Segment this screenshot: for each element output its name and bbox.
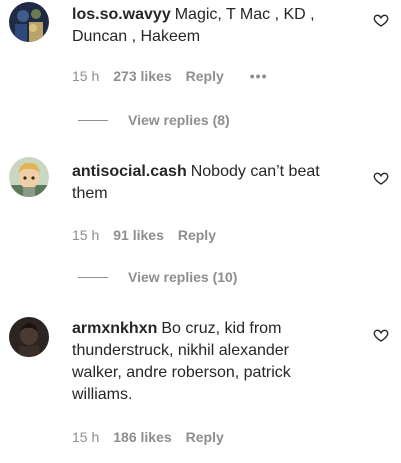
comment-username[interactable]: armxnkhxn [72, 320, 157, 337]
avatar-los-so-wavyy[interactable] [9, 2, 49, 42]
view-replies-label: View replies (8) [128, 112, 230, 128]
comment-body: antisocial.cash Nobody can’t beat them [72, 161, 342, 205]
comment-time: 15 h [72, 68, 100, 84]
comment-meta: 15 h 273 likes Reply ••• [72, 66, 267, 86]
heart-icon[interactable] [373, 170, 389, 186]
heart-icon[interactable] [373, 12, 389, 28]
comment-meta: 15 h 91 likes Reply [72, 225, 216, 245]
more-options-icon[interactable]: ••• [250, 68, 268, 84]
comment-body: los.so.wavyy Magic, T Mac , KD , Duncan ,… [72, 4, 342, 48]
view-replies-label: View replies (10) [128, 269, 238, 285]
comment-time: 15 h [72, 429, 100, 445]
reply-button[interactable]: Reply [178, 227, 216, 243]
likes-count[interactable]: 273 likes [113, 68, 171, 84]
avatar-armxnkhxn[interactable] [9, 317, 49, 357]
likes-count[interactable]: 186 likes [113, 429, 171, 445]
replies-divider [78, 276, 108, 278]
comment-body: armxnkhxn Bo cruz, kid from thunderstruck… [72, 318, 342, 406]
avatar-antisocial-cash[interactable] [9, 157, 49, 197]
replies-divider [78, 119, 108, 121]
comment-username[interactable]: antisocial.cash [72, 163, 187, 180]
reply-button[interactable]: Reply [186, 429, 224, 445]
comment-username[interactable]: los.so.wavyy [72, 6, 171, 23]
likes-count[interactable]: 91 likes [113, 227, 164, 243]
view-replies-button[interactable]: View replies (10) [78, 267, 237, 287]
view-replies-button[interactable]: View replies (8) [78, 110, 230, 130]
reply-button[interactable]: Reply [186, 68, 224, 84]
comment-time: 15 h [72, 227, 100, 243]
comment-meta: 15 h 186 likes Reply [72, 427, 224, 447]
heart-icon[interactable] [373, 327, 389, 343]
